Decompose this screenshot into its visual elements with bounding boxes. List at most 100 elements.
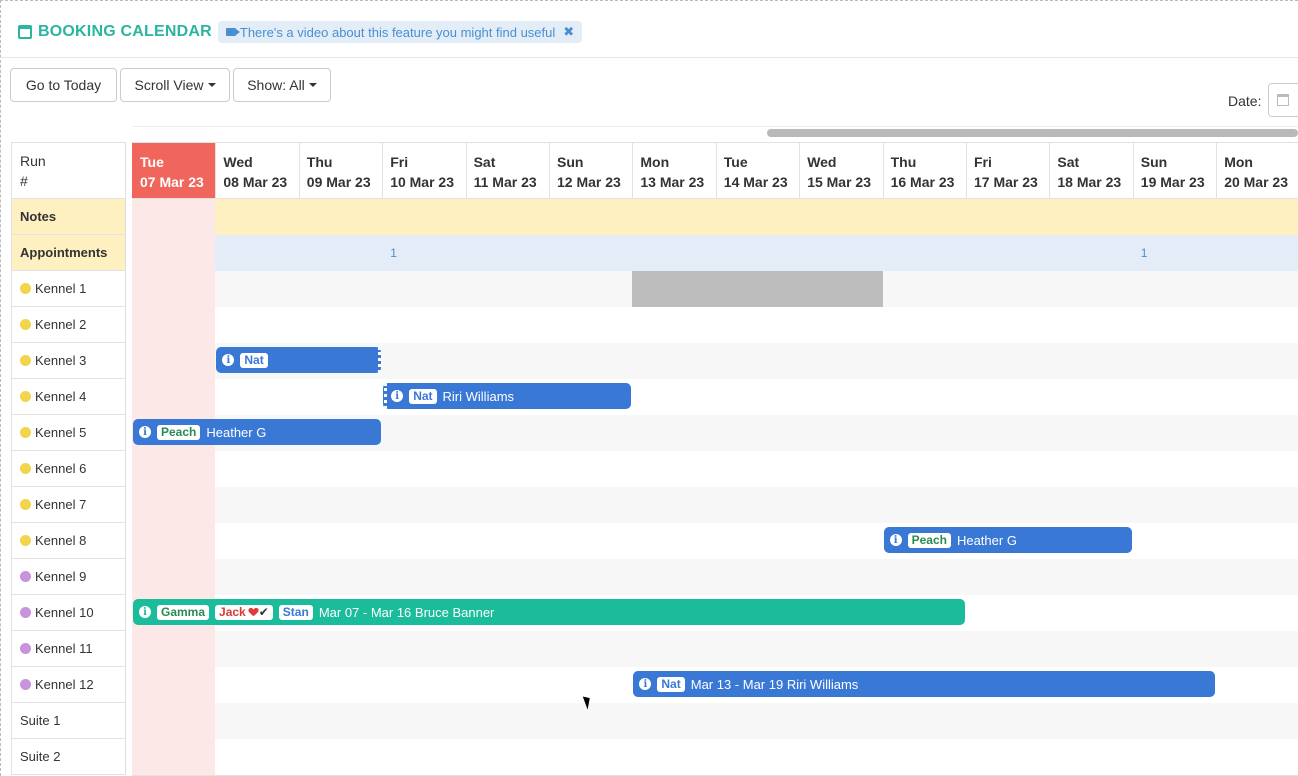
calendar-cell[interactable] bbox=[1049, 487, 1134, 524]
calendar-cell[interactable] bbox=[966, 739, 1051, 776]
booking-bar[interactable]: i Gamma Jack ✔ Stan Mar 07 - Mar 16 Bruce Ban… bbox=[133, 599, 965, 625]
calendar-cell[interactable] bbox=[1132, 271, 1218, 308]
calendar-cell[interactable] bbox=[465, 235, 550, 272]
calendar-cell[interactable] bbox=[1132, 523, 1218, 560]
calendar-cell[interactable] bbox=[465, 523, 550, 560]
calendar-cell[interactable] bbox=[215, 667, 300, 704]
calendar-cell[interactable] bbox=[632, 343, 717, 380]
calendar-cell[interactable] bbox=[1216, 235, 1298, 272]
calendar-cell[interactable] bbox=[298, 559, 384, 596]
calendar-cell[interactable] bbox=[1216, 343, 1298, 380]
calendar-cell[interactable] bbox=[549, 199, 634, 236]
calendar-cell[interactable] bbox=[1216, 631, 1298, 668]
calendar-cell[interactable] bbox=[882, 487, 967, 524]
calendar-cell[interactable] bbox=[298, 667, 384, 704]
calendar-cell[interactable] bbox=[632, 415, 717, 452]
go-to-today-button[interactable]: Go to Today bbox=[10, 68, 117, 102]
calendar-cell[interactable] bbox=[1132, 595, 1218, 632]
calendar-cell[interactable] bbox=[132, 739, 217, 776]
booking-bar[interactable]: i Nat bbox=[216, 347, 382, 373]
calendar-cell[interactable] bbox=[632, 631, 717, 668]
calendar-cell[interactable] bbox=[1132, 739, 1218, 776]
calendar-cell[interactable] bbox=[1216, 307, 1298, 344]
info-icon[interactable]: i bbox=[139, 606, 151, 618]
calendar-cell[interactable] bbox=[465, 631, 550, 668]
calendar-cell[interactable] bbox=[715, 631, 801, 668]
calendar-cell[interactable] bbox=[715, 415, 801, 452]
calendar-cell[interactable] bbox=[1132, 631, 1218, 668]
info-icon[interactable]: i bbox=[391, 390, 404, 402]
calendar-cell[interactable] bbox=[1049, 559, 1134, 596]
calendar-cell[interactable] bbox=[715, 379, 801, 416]
calendar-cell[interactable] bbox=[549, 343, 634, 380]
calendar-cell[interactable] bbox=[1132, 703, 1218, 740]
calendar-cell[interactable] bbox=[882, 199, 967, 236]
calendar-cell[interactable] bbox=[215, 235, 300, 272]
calendar-cell[interactable] bbox=[215, 451, 300, 488]
calendar-cell[interactable] bbox=[549, 703, 634, 740]
calendar-cell[interactable] bbox=[298, 199, 384, 236]
calendar-cell[interactable] bbox=[465, 199, 550, 236]
day-header-3[interactable]: Fri 10 Mar 23 bbox=[382, 142, 467, 199]
calendar-cell[interactable] bbox=[215, 199, 300, 236]
calendar-cell[interactable] bbox=[799, 703, 884, 740]
calendar-cell[interactable] bbox=[132, 631, 217, 668]
calendar-cell[interactable] bbox=[465, 667, 550, 704]
calendar-cell[interactable] bbox=[382, 415, 467, 452]
booking-bar[interactable]: i Peach Heather G bbox=[133, 419, 382, 445]
calendar-cell[interactable] bbox=[1049, 235, 1134, 272]
calendar-cell[interactable] bbox=[132, 667, 217, 704]
day-header-4[interactable]: Sat 11 Mar 23 bbox=[465, 142, 550, 199]
calendar-cell[interactable] bbox=[549, 559, 634, 596]
calendar-cell[interactable] bbox=[132, 487, 217, 524]
calendar-cell[interactable] bbox=[715, 559, 801, 596]
calendar-cell[interactable] bbox=[1216, 559, 1298, 596]
calendar-cell[interactable] bbox=[1049, 703, 1134, 740]
calendar-cell[interactable] bbox=[1132, 451, 1218, 488]
calendar-cell[interactable] bbox=[549, 523, 634, 560]
calendar-cell[interactable] bbox=[799, 343, 884, 380]
calendar-cell[interactable] bbox=[382, 631, 467, 668]
calendar-cell[interactable] bbox=[1049, 379, 1134, 416]
calendar-cell[interactable] bbox=[382, 343, 467, 380]
appointment-count[interactable]: 1 bbox=[1141, 246, 1148, 260]
scroll-view-dropdown[interactable]: Scroll View bbox=[120, 68, 230, 102]
calendar-cell[interactable] bbox=[382, 667, 467, 704]
calendar-cell[interactable] bbox=[1132, 559, 1218, 596]
calendar-cell[interactable] bbox=[298, 271, 384, 308]
info-icon[interactable]: i bbox=[639, 678, 652, 690]
calendar-cell[interactable] bbox=[1132, 415, 1218, 452]
calendar-cell[interactable] bbox=[882, 559, 967, 596]
calendar-cell[interactable] bbox=[298, 631, 384, 668]
calendar-cell[interactable] bbox=[382, 487, 467, 524]
calendar-cell[interactable] bbox=[215, 523, 300, 560]
calendar-cell[interactable] bbox=[1049, 307, 1134, 344]
horizontal-scrollbar-thumb[interactable] bbox=[767, 129, 1298, 137]
calendar-cell[interactable] bbox=[632, 235, 717, 272]
calendar-cell[interactable] bbox=[799, 487, 884, 524]
calendar-cell[interactable] bbox=[1132, 307, 1218, 344]
calendar-cell[interactable] bbox=[632, 199, 717, 236]
calendar-cell[interactable] bbox=[715, 271, 801, 308]
calendar-cell[interactable] bbox=[715, 487, 801, 524]
calendar-cell[interactable] bbox=[1216, 703, 1298, 740]
calendar-cell[interactable] bbox=[465, 559, 550, 596]
calendar-cell[interactable] bbox=[132, 559, 217, 596]
calendar-cell[interactable] bbox=[382, 307, 467, 344]
calendar-cell[interactable] bbox=[549, 415, 634, 452]
calendar-cell[interactable] bbox=[1216, 739, 1298, 776]
resize-handle[interactable] bbox=[377, 347, 382, 373]
calendar-cell[interactable] bbox=[1216, 451, 1298, 488]
calendar-cell[interactable] bbox=[215, 739, 300, 776]
calendar-cell[interactable] bbox=[632, 523, 717, 560]
calendar-cell[interactable] bbox=[132, 307, 217, 344]
calendar-cell[interactable] bbox=[382, 451, 467, 488]
calendar-cell[interactable] bbox=[715, 523, 801, 560]
calendar-cell[interactable] bbox=[632, 271, 717, 308]
calendar-cell[interactable] bbox=[966, 559, 1051, 596]
calendar-cell[interactable] bbox=[632, 703, 717, 740]
calendar-cell[interactable] bbox=[715, 343, 801, 380]
calendar-cell[interactable] bbox=[1049, 199, 1134, 236]
calendar-cell[interactable] bbox=[799, 235, 884, 272]
day-header-11[interactable]: Sat 18 Mar 23 bbox=[1049, 142, 1134, 199]
